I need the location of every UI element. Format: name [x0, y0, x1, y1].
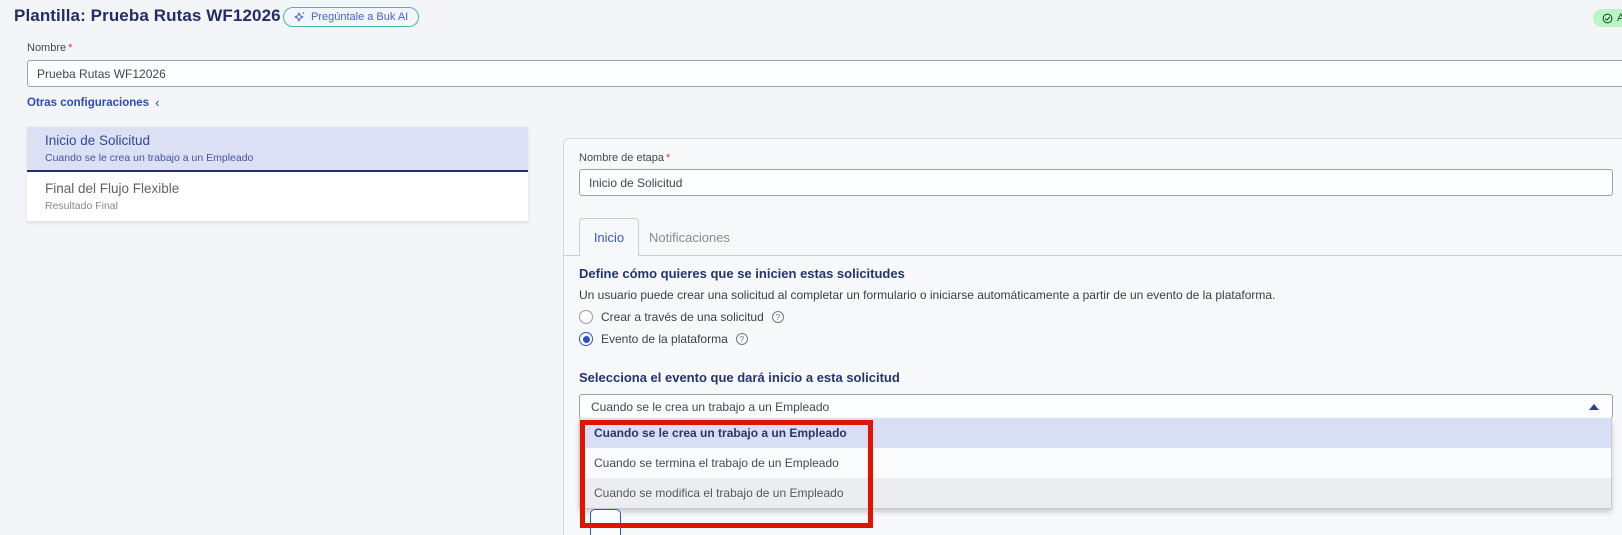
stage-list: Inicio de Solicitud Cuando se le crea un… — [27, 127, 528, 222]
name-field-label: Nombre* — [27, 42, 72, 54]
stage-item-subtitle: Cuando se le crea un trabajo a un Emplea… — [45, 152, 514, 164]
other-settings-link[interactable]: Otras configuraciones ‹ — [27, 97, 159, 109]
stage-item-title: Inicio de Solicitud — [45, 133, 514, 148]
chevron-left-icon: ‹ — [155, 98, 159, 108]
template-name-input[interactable] — [27, 60, 1622, 87]
stage-name-label: Nombre de etapa* — [579, 152, 670, 164]
stage-item-title: Final del Flujo Flexible — [45, 181, 514, 196]
radio-label: Evento de la plataforma — [601, 332, 728, 346]
required-asterisk: * — [666, 152, 670, 164]
radio-unchecked-icon[interactable] — [579, 310, 593, 324]
radio-checked-icon[interactable] — [579, 332, 593, 346]
check-circle-icon — [1602, 13, 1613, 24]
ask-buk-ai-label: Pregúntale a Buk AI — [311, 11, 408, 23]
start-section-heading: Define cómo quieres que se inicien estas… — [579, 266, 905, 281]
sparkle-icon — [294, 11, 306, 23]
radio-evento-plataforma[interactable]: Evento de la plataforma ? — [579, 332, 748, 346]
stage-item-inicio-de-solicitud[interactable]: Inicio de Solicitud Cuando se le crea un… — [27, 127, 528, 172]
stage-item-final-del-flujo[interactable]: Final del Flujo Flexible Resultado Final — [27, 172, 528, 222]
event-select-value: Cuando se le crea un trabajo a un Emplea… — [591, 400, 829, 414]
tab-notificaciones[interactable]: Notificaciones — [649, 218, 730, 256]
stage-item-subtitle: Resultado Final — [45, 200, 514, 212]
status-badge-label: Ac — [1617, 12, 1622, 24]
chevron-up-icon — [1589, 404, 1599, 410]
stage-name-input[interactable] — [579, 169, 1613, 196]
dropdown-option-modifica-trabajo[interactable]: Cuando se modifica el trabajo de un Empl… — [580, 478, 1611, 508]
event-select[interactable]: Cuando se le crea un trabajo a un Emplea… — [579, 394, 1613, 419]
dropdown-option-termina-trabajo[interactable]: Cuando se termina el trabajo de un Emple… — [580, 448, 1611, 478]
other-settings-label: Otras configuraciones — [27, 97, 149, 109]
stage-detail-card: Nombre de etapa* Inicio Notificaciones D… — [563, 138, 1622, 535]
ask-buk-ai-button[interactable]: Pregúntale a Buk AI — [283, 7, 419, 27]
status-badge: Ac — [1593, 9, 1622, 27]
truncated-button[interactable] — [590, 509, 621, 535]
event-dropdown-menu: Cuando se le crea un trabajo a un Emplea… — [579, 418, 1612, 509]
tab-inicio[interactable]: Inicio — [579, 218, 639, 256]
dropdown-option-crea-trabajo[interactable]: Cuando se le crea un trabajo a un Emplea… — [580, 418, 1611, 448]
help-icon[interactable]: ? — [736, 333, 748, 345]
page-title: Plantilla: Prueba Rutas WF12026 — [14, 6, 281, 26]
workflow-template-page: Plantilla: Prueba Rutas WF12026 Pregúnta… — [0, 0, 1622, 535]
radio-label: Crear a través de una solicitud — [601, 310, 764, 324]
start-section-description: Un usuario puede crear una solicitud al … — [579, 288, 1275, 302]
event-section-heading: Selecciona el evento que dará inicio a e… — [579, 370, 900, 385]
help-icon[interactable]: ? — [772, 311, 784, 323]
radio-crear-solicitud[interactable]: Crear a través de una solicitud ? — [579, 310, 784, 324]
required-asterisk: * — [68, 42, 72, 54]
